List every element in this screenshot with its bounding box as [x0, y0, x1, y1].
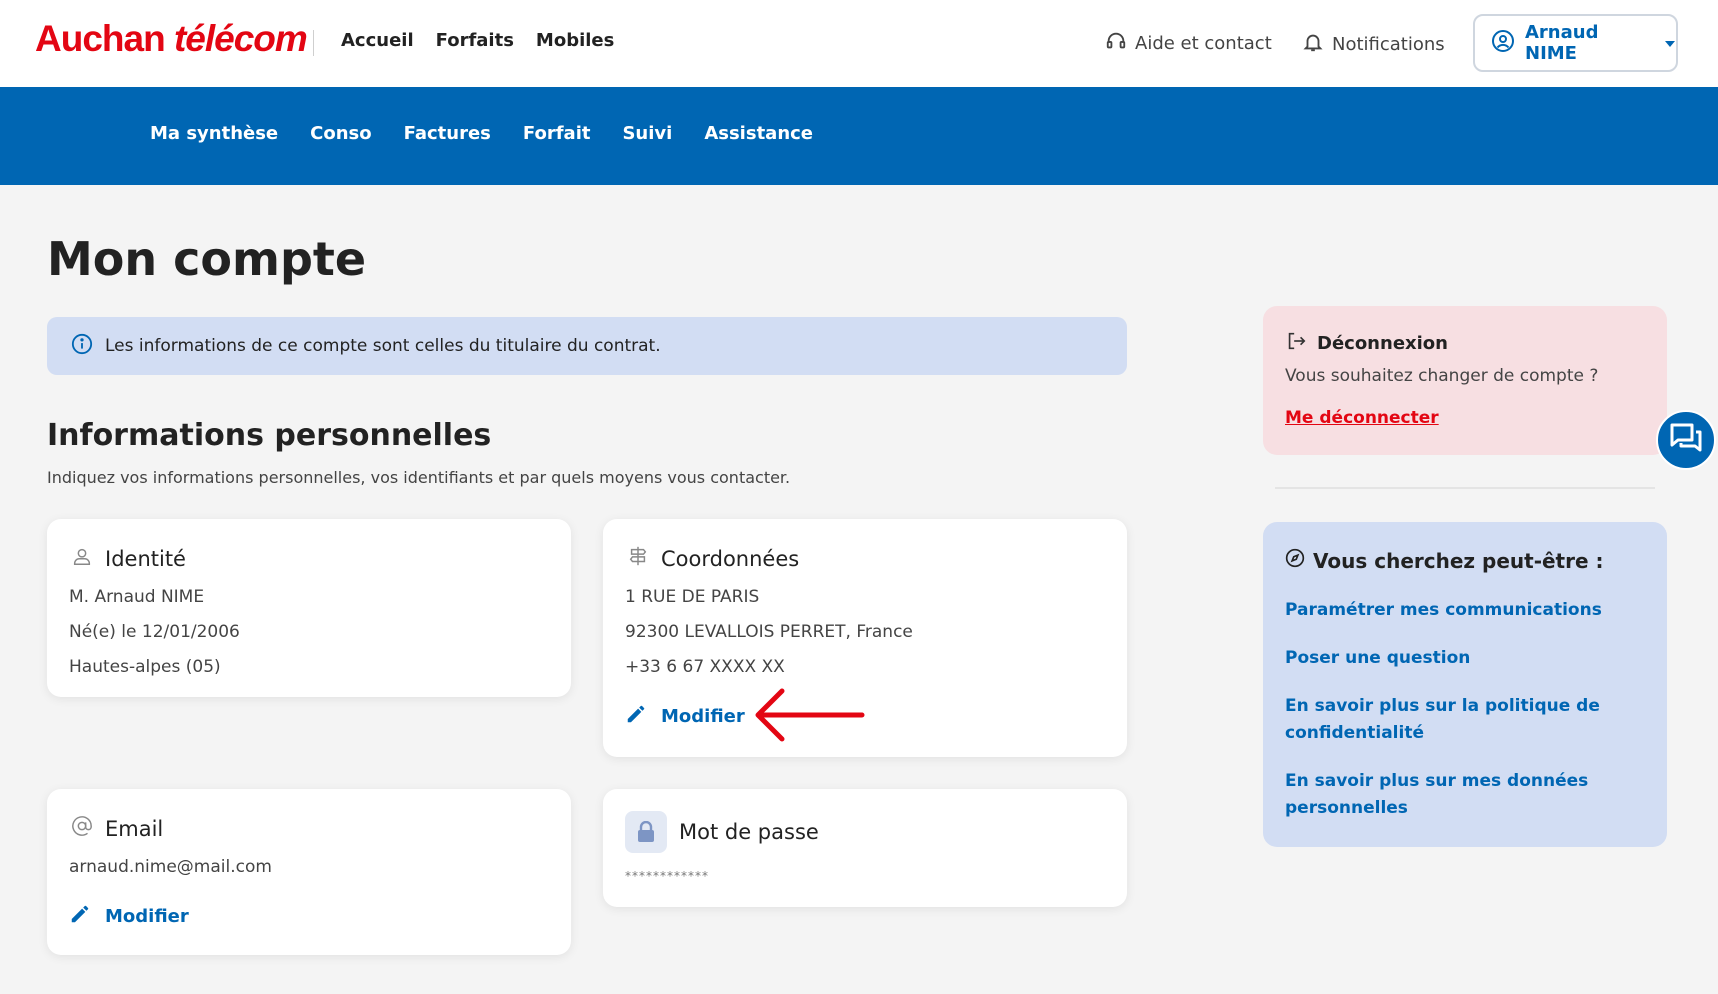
email-card: Email arnaud.nime@mail.com Modifier: [47, 789, 571, 955]
contact-phone: +33 6 67 XXXX XX: [625, 657, 785, 677]
nav-accueil[interactable]: Accueil: [341, 30, 414, 51]
subnav-suivi[interactable]: Suivi: [622, 123, 672, 144]
info-banner: Les informations de ce compte sont celle…: [47, 317, 1127, 375]
info-banner-text: Les informations de ce compte sont celle…: [105, 336, 661, 356]
user-account-button[interactable]: Arnaud NIME: [1473, 14, 1678, 72]
section-description: Indiquez vos informations personnelles, …: [47, 468, 791, 487]
identity-card: Identité M. Arnaud NIME Né(e) le 12/01/2…: [47, 519, 571, 697]
help-contact-link[interactable]: Aide et contact: [1105, 30, 1272, 57]
logout-title: Déconnexion: [1285, 330, 1448, 357]
chat-button[interactable]: [1656, 410, 1716, 470]
at-sign-icon: [71, 815, 93, 842]
section-title: Informations personnelles: [47, 418, 492, 453]
contact-modify-button[interactable]: Modifier: [625, 703, 745, 730]
info-icon: [71, 333, 93, 360]
suggestion-link-personal-data[interactable]: En savoir plus sur mes données personnel…: [1285, 768, 1625, 822]
identity-name: M. Arnaud NIME: [69, 587, 205, 607]
signpost-icon: [627, 545, 649, 572]
bell-icon: [1302, 30, 1324, 59]
subnav-ma-synthese[interactable]: Ma synthèse: [150, 123, 278, 144]
identity-birthdate: Né(e) le 12/01/2006: [69, 622, 240, 642]
logout-description: Vous souhaitez changer de compte ?: [1285, 366, 1599, 386]
compass-icon: [1285, 548, 1305, 573]
contact-city: 92300 LEVALLOIS PERRET, France: [625, 622, 913, 642]
suggestion-link-question[interactable]: Poser une question: [1285, 645, 1625, 672]
suggestion-link-communications[interactable]: Paramétrer mes communications: [1285, 597, 1625, 624]
nav-forfaits[interactable]: Forfaits: [436, 30, 514, 51]
pencil-icon: [625, 703, 647, 730]
nav-mobiles[interactable]: Mobiles: [536, 30, 614, 51]
sidebar-divider: [1275, 487, 1655, 489]
identity-department: Hautes-alpes (05): [69, 657, 221, 677]
headset-icon: [1105, 30, 1127, 57]
password-card-title: Mot de passe: [625, 811, 819, 853]
subnav-factures[interactable]: Factures: [404, 123, 491, 144]
header-divider: [313, 30, 314, 56]
notifications-link[interactable]: Notifications: [1302, 30, 1445, 59]
chat-icon: [1669, 422, 1703, 458]
auchan-telecom-logo[interactable]: Auchan télécom: [35, 18, 308, 60]
subnav-conso[interactable]: Conso: [310, 123, 371, 144]
person-icon: [71, 545, 93, 572]
red-arrow-annotation: [755, 688, 865, 742]
subnav-assistance[interactable]: Assistance: [704, 123, 813, 144]
subnav-forfait[interactable]: Forfait: [523, 123, 591, 144]
contact-card-title: Coordonnées: [627, 545, 799, 572]
notifications-label: Notifications: [1332, 34, 1445, 55]
account-subnav: Ma synthèse Conso Factures Forfait Suivi…: [0, 87, 1718, 185]
email-value: arnaud.nime@mail.com: [69, 857, 272, 877]
suggestion-link-privacy-policy[interactable]: En savoir plus sur la politique de confi…: [1285, 693, 1625, 747]
password-card: Mot de passe ************: [603, 789, 1127, 907]
suggestions-title: Vous cherchez peut-être :: [1285, 548, 1604, 573]
caret-down-icon: [1664, 33, 1676, 54]
page-title: Mon compte: [47, 232, 367, 286]
email-modify-button[interactable]: Modifier: [69, 903, 189, 930]
logout-link[interactable]: Me déconnecter: [1285, 408, 1439, 428]
email-card-title: Email: [71, 815, 163, 842]
top-header: Auchan télécom Accueil Forfaits Mobiles …: [0, 0, 1718, 87]
pencil-icon: [69, 903, 91, 930]
user-circle-icon: [1491, 29, 1515, 58]
logout-card: Déconnexion Vous souhaitez changer de co…: [1263, 306, 1667, 455]
help-label: Aide et contact: [1135, 33, 1272, 54]
identity-card-title: Identité: [71, 545, 186, 572]
lock-icon: [625, 811, 667, 853]
logout-icon: [1285, 330, 1307, 357]
suggestions-card: Vous cherchez peut-être : Paramétrer mes…: [1263, 522, 1667, 847]
contact-street: 1 RUE DE PARIS: [625, 587, 760, 607]
user-name: Arnaud NIME: [1525, 22, 1599, 64]
password-masked: ************: [625, 869, 709, 883]
top-nav: Accueil Forfaits Mobiles: [341, 30, 614, 51]
